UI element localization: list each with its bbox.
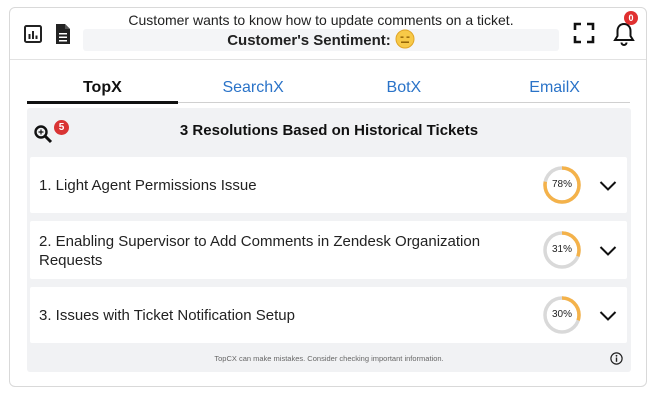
- resolution-item[interactable]: 2. Enabling Supervisor to Add Comments i…: [30, 221, 627, 279]
- analytics-icon[interactable]: [23, 23, 43, 45]
- notification-bell-icon[interactable]: [612, 21, 636, 47]
- notification-count-badge: 0: [624, 11, 638, 25]
- resolutions-panel: 5 3 Resolutions Based on Historical Tick…: [27, 108, 631, 372]
- resolution-item[interactable]: 3. Issues with Ticket Notification Setup…: [30, 287, 627, 343]
- chevron-down-icon[interactable]: [599, 244, 617, 256]
- resolution-item[interactable]: 1. Light Agent Permissions Issue 78%: [30, 157, 627, 213]
- confidence-ring: 30%: [542, 295, 582, 335]
- resolution-label: 3. Issues with Ticket Notification Setup: [39, 307, 295, 324]
- chevron-down-icon[interactable]: [599, 179, 617, 191]
- confidence-percent: 78%: [551, 179, 572, 190]
- info-icon[interactable]: [610, 352, 623, 365]
- sentiment-label: Customer's Sentiment:: [227, 32, 391, 49]
- sentiment-bar: Customer's Sentiment:: [83, 29, 559, 51]
- tab-botx[interactable]: BotX: [329, 75, 480, 102]
- fullscreen-icon[interactable]: [573, 22, 595, 44]
- ticket-summary: Customer wants to know how to update com…: [128, 12, 514, 28]
- confidence-percent: 31%: [551, 244, 572, 255]
- disclaimer-text: TopCX can make mistakes. Consider checki…: [214, 354, 444, 363]
- resolution-label: 2. Enabling Supervisor to Add Comments i…: [39, 233, 481, 269]
- assistant-card: Customer wants to know how to update com…: [9, 7, 647, 387]
- neutral-face-icon: [395, 29, 415, 49]
- tab-bar: TopX SearchX BotX EmailX: [27, 75, 630, 104]
- chevron-down-icon[interactable]: [599, 309, 617, 321]
- tab-searchx[interactable]: SearchX: [178, 75, 329, 102]
- tab-topx[interactable]: TopX: [27, 75, 178, 104]
- document-icon[interactable]: [53, 23, 73, 45]
- panel-title: 3 Resolutions Based on Historical Ticket…: [179, 122, 479, 139]
- confidence-ring: 31%: [542, 230, 582, 270]
- header-bar: Customer wants to know how to update com…: [10, 8, 646, 60]
- confidence-percent: 30%: [551, 309, 572, 320]
- resolution-label: 1. Light Agent Permissions Issue: [39, 177, 257, 194]
- tab-emailx[interactable]: EmailX: [479, 75, 630, 102]
- confidence-ring: 78%: [542, 165, 582, 205]
